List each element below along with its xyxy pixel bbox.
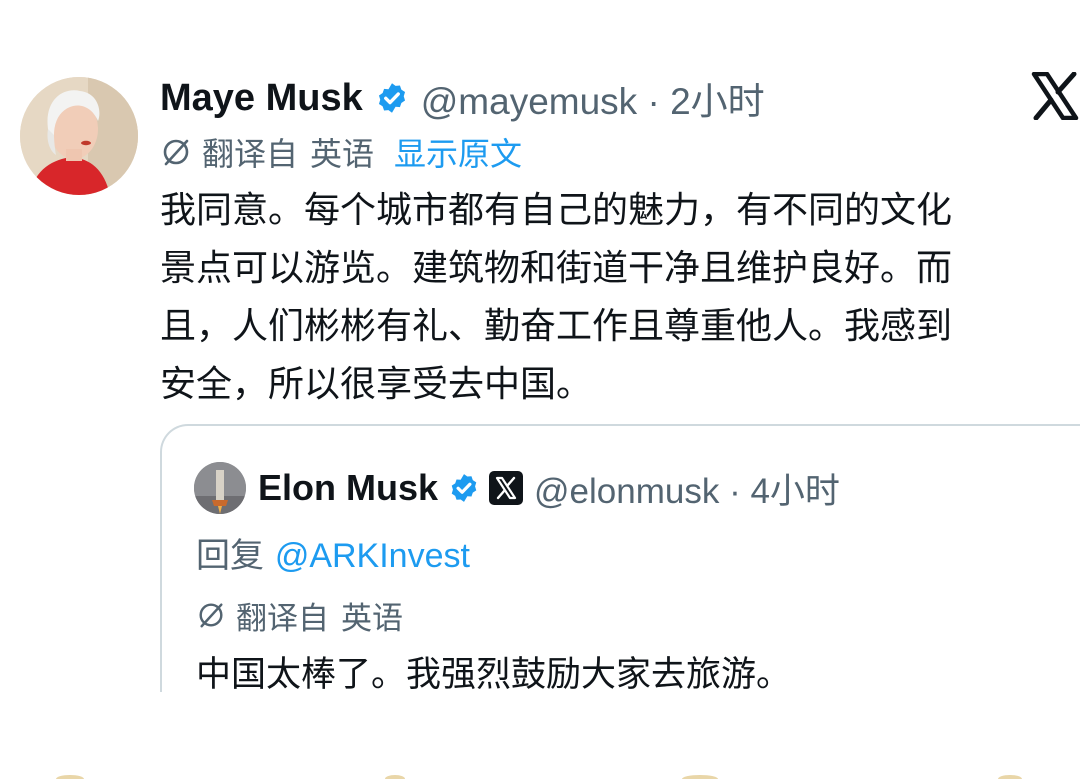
- translated-from-label: 翻译自: [202, 135, 299, 173]
- x-logo-icon[interactable]: [1030, 72, 1080, 120]
- verified-badge-icon: [378, 83, 405, 113]
- tweet-text-line: 安全，所以很享受去中国。: [160, 364, 593, 405]
- cropped-action-bar: [56, 775, 1022, 779]
- avatar[interactable]: [20, 77, 138, 195]
- tweet-screenshot: Maye Musk @mayemusk · 2小时 翻译自 英语 显示原文 我同…: [0, 0, 1080, 779]
- tweet-text-line: 景点可以游览。建筑物和街道干净且维护良好。而: [160, 248, 953, 289]
- quoted-handle-time[interactable]: @elonmusk · 4小时: [534, 463, 840, 514]
- tweet-text: 我同意。每个城市都有自己的魅力，有不同的文化 景点可以游览。建筑物和街道干净且维…: [160, 182, 1060, 414]
- translate-globe-icon: [199, 603, 223, 628]
- quoted-avatar-image: [194, 462, 246, 514]
- avatar-image: [20, 77, 138, 195]
- verified-badge-icon: [451, 474, 477, 502]
- author-name[interactable]: Maye Musk: [160, 77, 363, 120]
- translate-globe-icon: [163, 139, 189, 166]
- quoted-tweet-text: 中国太棒了。我强烈鼓励大家去旅游。: [196, 655, 792, 695]
- quoted-header: Elon Musk @elonmusk · 4小时: [258, 460, 840, 516]
- reply-mention-link[interactable]: @ARKInvest: [275, 537, 470, 575]
- quoted-reply-to: 回复 @ARKInvest: [196, 528, 470, 577]
- quoted-translated-language: 英语: [341, 600, 403, 637]
- bottom-cutoff: [150, 692, 1080, 779]
- quoted-tweet-card[interactable]: Elon Musk @elonmusk · 4小时 回复 @ARKInvest …: [160, 424, 1080, 714]
- quoted-author-name[interactable]: Elon Musk: [258, 467, 438, 509]
- x-affiliation-badge-icon: [489, 471, 524, 505]
- translated-language: 英语: [310, 135, 375, 173]
- author-handle-time[interactable]: @mayemusk · 2小时: [421, 71, 765, 125]
- tweet-text-line: 且，人们彬彬有礼、勤奋工作且尊重他人。我感到: [160, 306, 953, 347]
- tweet-text-line: 我同意。每个城市都有自己的魅力，有不同的文化: [160, 190, 953, 231]
- reply-prefix: 回复: [196, 536, 264, 576]
- show-original-link[interactable]: 显示原文: [394, 129, 522, 175]
- quoted-translation-info: 翻译自 英语: [196, 592, 403, 638]
- translation-info: 翻译自 英语 显示原文: [160, 128, 522, 176]
- tweet-header: Maye Musk @mayemusk · 2小时: [160, 70, 765, 126]
- quoted-avatar[interactable]: [194, 462, 246, 514]
- quoted-translated-from-label: 翻译自: [236, 600, 329, 637]
